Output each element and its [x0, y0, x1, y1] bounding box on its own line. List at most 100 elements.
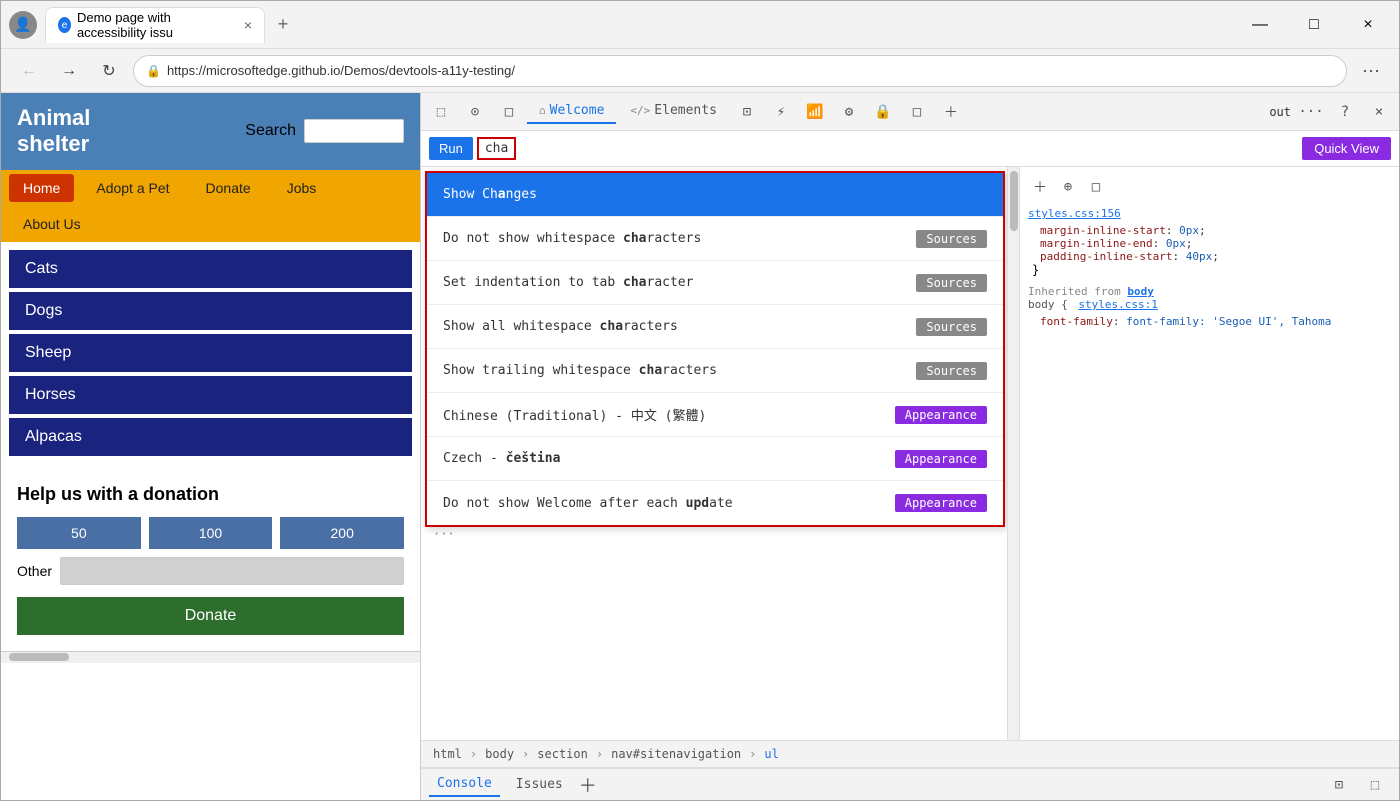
appearance-badge: Appearance — [895, 406, 987, 424]
nav-item-donate[interactable]: Donate — [192, 174, 265, 202]
dropdown-item-chinese-traditional[interactable]: Chinese (Traditional) - 中文 (繁體) Appearan… — [427, 393, 1003, 437]
sidebar-item-dogs[interactable]: Dogs — [9, 292, 412, 330]
donation-section: Help us with a donation 50 100 200 Other… — [1, 468, 420, 651]
body-styles-section: body { styles.css:1 font-family: font-fa… — [1028, 298, 1391, 328]
user-avatar[interactable]: 👤 — [9, 11, 37, 39]
add-style-rule-button[interactable]: ＋ — [1028, 175, 1052, 199]
donation-title: Help us with a donation — [17, 484, 404, 505]
dropdown-item-all-whitespace[interactable]: Show all whitespace characters Sources — [427, 305, 1003, 349]
tab-welcome[interactable]: ⌂ Welcome — [527, 99, 616, 124]
lighthouse-tool[interactable]: □ — [901, 96, 933, 128]
devtools-right-tools: out ··· ? × — [1269, 96, 1395, 128]
search-label: Search — [245, 122, 296, 140]
donate-button[interactable]: Donate — [17, 597, 404, 635]
run-button[interactable]: Run — [429, 137, 473, 160]
address-input[interactable]: 🔒 https://microsoftedge.github.io/Demos/… — [133, 55, 1347, 87]
add-tool[interactable]: ＋ — [935, 96, 967, 128]
breadcrumb-body[interactable]: body — [481, 745, 518, 763]
body-rule: body { styles.css:1 — [1028, 298, 1391, 311]
prop-value: 0px — [1179, 224, 1199, 237]
nav-item-jobs[interactable]: Jobs — [273, 174, 331, 202]
breadcrumb-ul[interactable]: ul — [760, 745, 782, 763]
nav-item-home[interactable]: Home — [9, 174, 74, 202]
styles-link2[interactable]: styles.css:1 — [1078, 298, 1157, 311]
search-input-cha[interactable]: cha — [477, 137, 516, 160]
security-tool[interactable]: 🔒 — [867, 96, 899, 128]
new-style-rule-button[interactable]: ⊕ — [1056, 175, 1080, 199]
devtools-help-button[interactable]: ? — [1329, 96, 1361, 128]
add-panel-button[interactable]: ＋ — [579, 772, 597, 798]
styles-link[interactable]: styles.css:156 — [1028, 207, 1121, 220]
sidebar-item-alpacas[interactable]: Alpacas — [9, 418, 412, 456]
back-button[interactable]: ← — [13, 55, 45, 87]
browser-more-button[interactable]: ··· — [1355, 55, 1387, 87]
breadcrumb-nav[interactable]: nav#sitenavigation — [607, 745, 745, 763]
quick-view-button[interactable]: Quick View — [1302, 137, 1391, 160]
dropdown-item-text: Chinese (Traditional) - 中文 (繁體) — [443, 405, 883, 424]
dropdown-item-czech[interactable]: Czech - čeština Appearance — [427, 437, 1003, 481]
dropdown-item-no-welcome[interactable]: Do not show Welcome after each update Ap… — [427, 481, 1003, 525]
device-emulation-tool[interactable]: ⊙ — [459, 96, 491, 128]
devtools-close-button[interactable]: × — [1363, 96, 1395, 128]
shelter-title-line1: Animalshelter — [17, 105, 90, 158]
other-amount-input[interactable] — [60, 557, 404, 585]
tab-close-button[interactable]: × — [244, 17, 252, 33]
title-bar: 👤 e Demo page with accessibility issu × … — [1, 1, 1399, 49]
dropdown-item-no-whitespace[interactable]: Do not show whitespace characters Source… — [427, 217, 1003, 261]
other-label: Other — [17, 563, 52, 579]
tab-elements[interactable]: </> Elements — [618, 99, 729, 124]
dropdown-item-text: Set indentation to tab character — [443, 275, 904, 290]
split-tool[interactable]: □ — [493, 96, 525, 128]
devtools-vertical-scrollbar[interactable] — [1007, 167, 1019, 740]
console-tab[interactable]: Console — [429, 772, 500, 797]
animal-sidebar: Cats Dogs Sheep Horses Alpacas — [1, 242, 420, 468]
inherited-element-link[interactable]: body — [1127, 285, 1154, 298]
search-input[interactable] — [304, 119, 404, 143]
donation-200-button[interactable]: 200 — [280, 517, 404, 549]
console-settings-button[interactable]: ⬚ — [1359, 769, 1391, 801]
dock-button[interactable]: ⊡ — [1323, 769, 1355, 801]
maximize-button[interactable]: □ — [1291, 9, 1337, 41]
new-tab-button[interactable]: + — [269, 11, 297, 39]
prop-value: font-family: 'Segoe UI', Tahoma — [1126, 315, 1331, 328]
computed-tab-button[interactable]: □ — [1084, 175, 1108, 199]
address-bar: ← → ↻ 🔒 https://microsoftedge.github.io/… — [1, 49, 1399, 93]
dropdown-item-trailing-whitespace[interactable]: Show trailing whitespace characters Sour… — [427, 349, 1003, 393]
url-text: https://microsoftedge.github.io/Demos/de… — [167, 63, 515, 78]
network-tool[interactable]: ⊡ — [731, 96, 763, 128]
tab-elements-label: Elements — [654, 103, 717, 118]
breadcrumb-section[interactable]: section — [533, 745, 592, 763]
devtools-more-button[interactable]: ··· — [1295, 96, 1327, 128]
nav-item-about[interactable]: About Us — [9, 210, 95, 238]
refresh-button[interactable]: ↻ — [93, 55, 125, 87]
donation-50-button[interactable]: 50 — [17, 517, 141, 549]
right-panel-toolbar: ＋ ⊕ □ — [1028, 175, 1391, 199]
dropdown-item-show-changes[interactable]: Show Changes — [427, 173, 1003, 217]
memory-tool[interactable]: 📶 — [799, 96, 831, 128]
close-window-button[interactable]: × — [1345, 9, 1391, 41]
forward-button[interactable]: → — [53, 55, 85, 87]
issues-tab[interactable]: Issues — [508, 773, 571, 796]
sidebar-item-sheep[interactable]: Sheep — [9, 334, 412, 372]
sidebar-item-horses[interactable]: Horses — [9, 376, 412, 414]
donation-amounts: 50 100 200 — [17, 517, 404, 549]
breadcrumb-html[interactable]: html — [429, 745, 466, 763]
closing-brace: } — [1028, 263, 1391, 277]
breadcrumb-sep1: › — [470, 747, 477, 761]
shelter-title: Animalshelter — [17, 105, 90, 158]
command-bar: Run cha Quick View — [421, 131, 1399, 167]
nav-item-adopt[interactable]: Adopt a Pet — [82, 174, 183, 202]
styles-property-padding-start: padding-inline-start: 40px; — [1028, 250, 1391, 263]
minimize-button[interactable]: — — [1237, 9, 1283, 41]
styles-panel: ＋ ⊕ □ styles.css:156 margin-inline-start… — [1019, 167, 1399, 740]
donation-100-button[interactable]: 100 — [149, 517, 273, 549]
website-pane: Animalshelter Search Home Adopt a Pet Do… — [1, 93, 421, 800]
inspect-element-tool[interactable]: ⬚ — [425, 96, 457, 128]
active-tab[interactable]: e Demo page with accessibility issu × — [45, 7, 265, 43]
application-tool[interactable]: ⚙ — [833, 96, 865, 128]
dropdown-item-tab-indent[interactable]: Set indentation to tab character Sources — [427, 261, 1003, 305]
command-dropdown-menu[interactable]: Show Changes Do not show whitespace char… — [425, 171, 1005, 527]
sidebar-item-cats[interactable]: Cats — [9, 250, 412, 288]
website-horizontal-scrollbar[interactable] — [1, 651, 420, 663]
performance-tool[interactable]: ⚡ — [765, 96, 797, 128]
